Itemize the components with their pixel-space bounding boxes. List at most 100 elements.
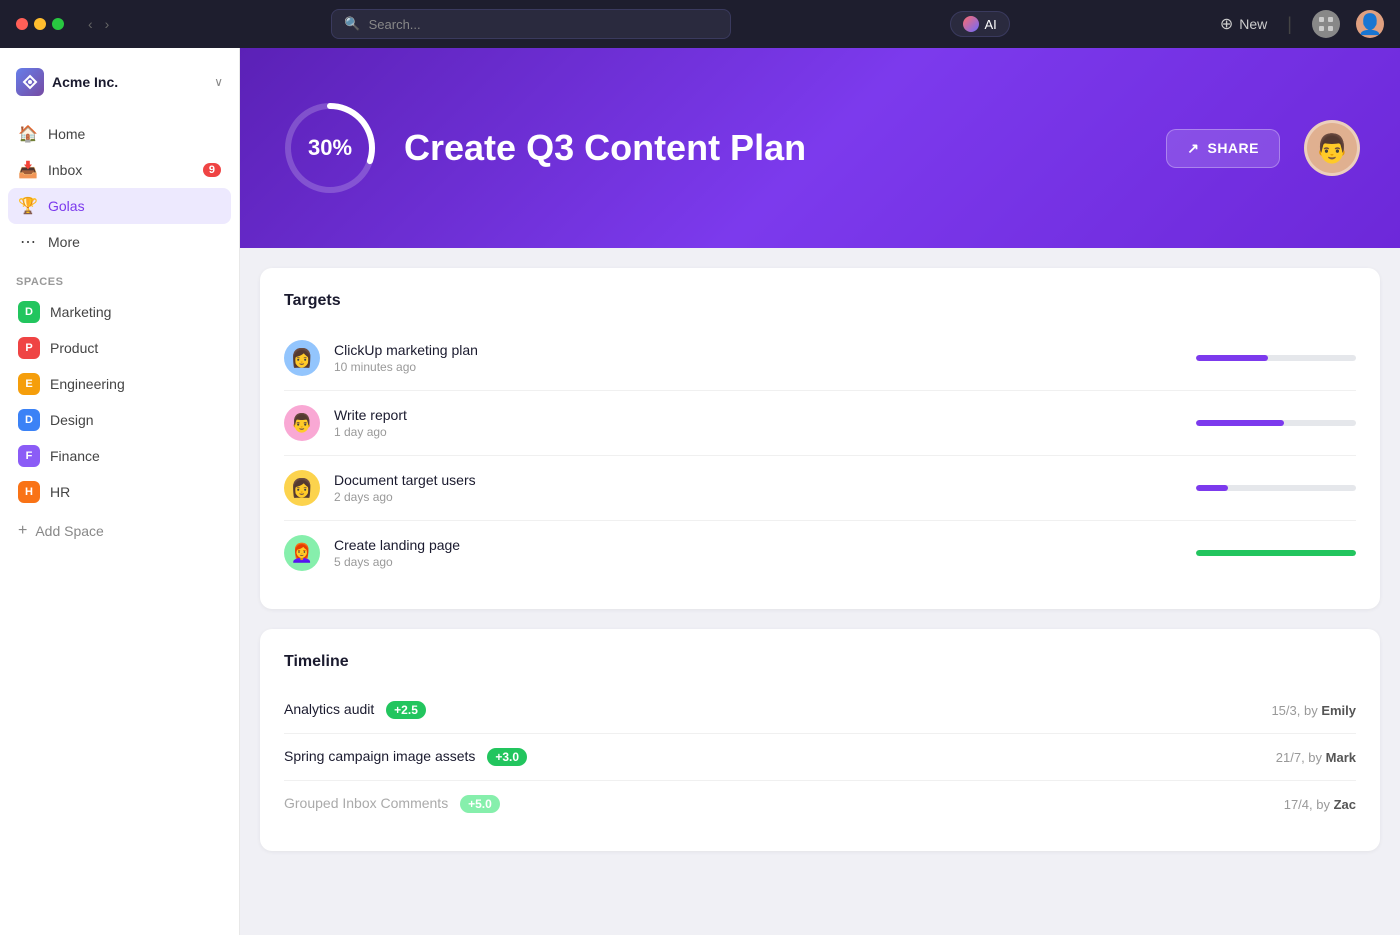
more-icon: ⋯ (18, 232, 38, 252)
target-info: Write report 1 day ago (334, 407, 1182, 439)
finance-label: Finance (50, 448, 100, 464)
new-button[interactable]: ⊕ New (1220, 14, 1267, 34)
sidebar-item-home[interactable]: 🏠 Home (8, 116, 231, 152)
home-icon: 🏠 (18, 124, 38, 144)
target-time: 1 day ago (334, 425, 1182, 439)
progress-fill (1196, 355, 1268, 361)
sidebar-item-inbox[interactable]: 📥 Inbox 9 (8, 152, 231, 188)
sidebar-item-design[interactable]: D Design (8, 402, 231, 438)
hr-label: HR (50, 484, 70, 500)
hero-title: Create Q3 Content Plan (404, 127, 1142, 169)
timeline-title: Timeline (284, 653, 1356, 671)
forward-arrow[interactable]: › (101, 14, 114, 34)
engineering-dot: E (18, 373, 40, 395)
target-time: 2 days ago (334, 490, 1182, 504)
design-label: Design (50, 412, 94, 428)
spaces-list: D Marketing P Product E Engineering D De… (0, 294, 239, 510)
target-item[interactable]: 👨 Write report 1 day ago (284, 391, 1356, 456)
hr-dot: H (18, 481, 40, 503)
timeline-meta: 15/3, by Emily (1271, 703, 1356, 718)
sidebar-item-product[interactable]: P Product (8, 330, 231, 366)
sidebar-item-marketing[interactable]: D Marketing (8, 294, 231, 330)
target-name: ClickUp marketing plan (334, 342, 1182, 358)
marketing-dot: D (18, 301, 40, 323)
target-info: Document target users 2 days ago (334, 472, 1182, 504)
grid-menu-icon[interactable] (1312, 10, 1340, 38)
targets-card: Targets 👩 ClickUp marketing plan 10 minu… (260, 268, 1380, 609)
target-info: Create landing page 5 days ago (334, 537, 1182, 569)
sidebar-item-goals-label: Golas (48, 198, 85, 214)
sidebar-nav: 🏠 Home 📥 Inbox 9 🏆 Golas ⋯ More (0, 112, 239, 264)
timeline-item[interactable]: Grouped Inbox Comments +5.0 17/4, by Zac (284, 781, 1356, 827)
search-bar[interactable]: 🔍 Search... (331, 9, 731, 39)
user-avatar-header[interactable]: 👤 (1356, 10, 1384, 38)
sidebar-item-hr[interactable]: H HR (8, 474, 231, 510)
timeline-name: Grouped Inbox Comments +5.0 (284, 795, 1260, 813)
progress-fill (1196, 485, 1228, 491)
target-name: Document target users (334, 472, 1182, 488)
progress-fill (1196, 550, 1356, 556)
timeline-badge: +3.0 (487, 748, 527, 766)
content-area: 30% Create Q3 Content Plan ↗ SHARE 👨 Tar… (240, 48, 1400, 935)
sidebar-item-finance[interactable]: F Finance (8, 438, 231, 474)
target-avatar: 👩 (284, 340, 320, 376)
progress-text: 30% (308, 135, 352, 161)
hero-banner: 30% Create Q3 Content Plan ↗ SHARE 👨 (240, 48, 1400, 248)
target-avatar: 👩‍🦰 (284, 535, 320, 571)
timeline-name: Analytics audit +2.5 (284, 701, 1247, 719)
navigation-arrows: ‹ › (84, 14, 113, 34)
marketing-label: Marketing (50, 304, 111, 320)
titlebar: ‹ › 🔍 Search... AI ⊕ New | 👤 (0, 0, 1400, 48)
divider: | (1287, 14, 1292, 35)
targets-list: 👩 ClickUp marketing plan 10 minutes ago … (284, 326, 1356, 585)
target-item[interactable]: 👩 ClickUp marketing plan 10 minutes ago (284, 326, 1356, 391)
workspace-logo (16, 68, 44, 96)
sidebar: Acme Inc. ∨ 🏠 Home 📥 Inbox 9 🏆 Golas ⋯ M… (0, 48, 240, 935)
share-button[interactable]: ↗ SHARE (1166, 129, 1280, 168)
targets-title: Targets (284, 292, 1356, 310)
add-space-button[interactable]: + Add Space (0, 514, 239, 548)
titlebar-right: ⊕ New | 👤 (1220, 10, 1384, 38)
ai-icon (963, 16, 979, 32)
timeline-badge: +5.0 (460, 795, 500, 813)
timeline-badge: +2.5 (386, 701, 426, 719)
sidebar-item-inbox-label: Inbox (48, 162, 82, 178)
target-info: ClickUp marketing plan 10 minutes ago (334, 342, 1182, 374)
minimize-button[interactable] (34, 18, 46, 30)
progress-fill (1196, 420, 1284, 426)
timeline-list: Analytics audit +2.5 15/3, by Emily Spri… (284, 687, 1356, 827)
close-button[interactable] (16, 18, 28, 30)
hero-avatar: 👨 (1304, 120, 1360, 176)
plus-icon: ⊕ (1220, 14, 1233, 34)
traffic-lights (16, 18, 64, 30)
maximize-button[interactable] (52, 18, 64, 30)
sidebar-item-more-label: More (48, 234, 80, 250)
search-placeholder: Search... (369, 17, 421, 32)
ai-label: AI (985, 17, 997, 32)
share-icon: ↗ (1187, 140, 1199, 157)
main-content: Targets 👩 ClickUp marketing plan 10 minu… (240, 248, 1400, 935)
sidebar-item-goals[interactable]: 🏆 Golas (8, 188, 231, 224)
sidebar-item-engineering[interactable]: E Engineering (8, 366, 231, 402)
progress-bar (1196, 355, 1356, 361)
timeline-item[interactable]: Spring campaign image assets +3.0 21/7, … (284, 734, 1356, 781)
target-item[interactable]: 👩 Document target users 2 days ago (284, 456, 1356, 521)
design-dot: D (18, 409, 40, 431)
goals-icon: 🏆 (18, 196, 38, 216)
timeline-item[interactable]: Analytics audit +2.5 15/3, by Emily (284, 687, 1356, 734)
progress-circle: 30% (280, 98, 380, 198)
workspace-header[interactable]: Acme Inc. ∨ (0, 60, 239, 112)
progress-bar (1196, 550, 1356, 556)
sidebar-item-more[interactable]: ⋯ More (8, 224, 231, 260)
product-label: Product (50, 340, 98, 356)
new-label: New (1239, 16, 1267, 32)
spaces-header: Spaces (0, 264, 239, 294)
back-arrow[interactable]: ‹ (84, 14, 97, 34)
target-avatar: 👨 (284, 405, 320, 441)
workspace-chevron-icon: ∨ (214, 75, 223, 89)
finance-dot: F (18, 445, 40, 467)
target-name: Create landing page (334, 537, 1182, 553)
target-item[interactable]: 👩‍🦰 Create landing page 5 days ago (284, 521, 1356, 585)
sidebar-item-home-label: Home (48, 126, 85, 142)
ai-button[interactable]: AI (950, 11, 1010, 37)
